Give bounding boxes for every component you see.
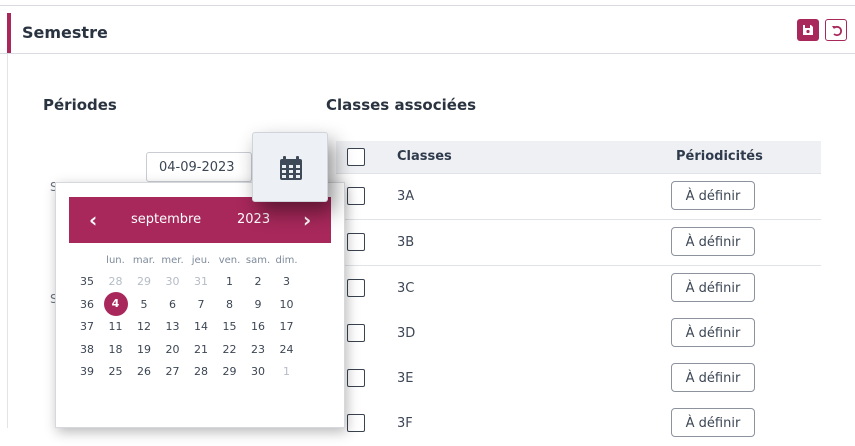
calendar-day[interactable]: 2 [246, 275, 270, 288]
calendar-day[interactable]: 28 [104, 275, 128, 288]
define-periodicity-button[interactable]: À définir [671, 227, 755, 256]
calendar-icon [280, 156, 302, 180]
undo-icon [832, 25, 843, 37]
class-name: 3A [397, 189, 415, 204]
calendar-day[interactable]: 15 [218, 320, 242, 333]
calendar-day[interactable]: 12 [132, 320, 156, 333]
calendar-day[interactable]: 10 [275, 298, 299, 311]
calendar-day[interactable]: 3 [275, 275, 299, 288]
calendar-day[interactable]: 30 [161, 275, 185, 288]
weekday-header: jeu. [191, 255, 211, 266]
table-header: Classes Périodicités [336, 141, 821, 174]
week-number: 36 [80, 297, 94, 311]
periods-heading: Périodes [43, 96, 117, 114]
weekday-header: dim. [275, 255, 298, 266]
date-value: 04-09-2023 [159, 160, 235, 175]
weekday-header: sam. [245, 255, 271, 266]
column-header-periodicities: Périodicités [676, 149, 763, 164]
week-number: 37 [80, 320, 94, 333]
calendar-day[interactable]: 16 [246, 320, 270, 333]
section-title: Semestre [22, 23, 108, 42]
top-divider [0, 5, 855, 6]
panel-left-edge [7, 54, 8, 428]
class-name: 3B [397, 235, 415, 250]
weekday-header: mer. [161, 255, 184, 266]
row-checkbox[interactable] [347, 414, 365, 432]
calendar-day[interactable]: 17 [275, 320, 299, 333]
calendar-day[interactable]: 6 [161, 298, 185, 311]
selected-day[interactable]: 4 [103, 291, 128, 316]
weekday-header: mar. [132, 255, 156, 266]
define-periodicity-button[interactable]: À définir [671, 408, 755, 437]
calendar-day[interactable]: 14 [189, 320, 213, 333]
year-selector[interactable]: 2023 [237, 212, 270, 227]
section-header: Semestre [0, 13, 855, 54]
calendar-day[interactable]: 19 [132, 343, 156, 356]
table-row: 3B À définir [336, 220, 821, 266]
select-all-checkbox[interactable] [347, 148, 365, 166]
class-name: 3D [397, 326, 416, 341]
datepicker-popup: ‹ septembre 2023 › lun. mar. mer. jeu. ven. s… [55, 182, 345, 428]
calendar-day[interactable]: 25 [104, 365, 128, 378]
save-icon [803, 25, 813, 35]
table-row: 3D À définir [336, 311, 821, 357]
calendar-day[interactable]: 18 [104, 343, 128, 356]
define-periodicity-button[interactable]: À définir [671, 318, 755, 347]
header-accent-bar [7, 13, 11, 53]
calendar-day[interactable]: 24 [275, 343, 299, 356]
row-checkbox[interactable] [347, 233, 365, 251]
calendar-day[interactable]: 31 [189, 275, 213, 288]
week-number: 35 [80, 275, 94, 288]
table-row: 3F À définir [336, 401, 821, 446]
row-checkbox[interactable] [347, 324, 365, 342]
class-name: 3C [397, 281, 415, 296]
row-checkbox[interactable] [347, 369, 365, 387]
weekday-header: ven. [218, 255, 241, 266]
previous-month-button[interactable]: ‹ [89, 208, 97, 232]
datepicker-header: ‹ septembre 2023 › [69, 197, 331, 243]
define-periodicity-button[interactable]: À définir [671, 181, 755, 210]
undo-button[interactable] [825, 19, 847, 41]
week-number: 39 [80, 365, 94, 378]
calendar-day[interactable]: 9 [246, 298, 270, 311]
calendar-day[interactable]: 29 [132, 275, 156, 288]
row-checkbox[interactable] [347, 187, 365, 205]
calendar-day[interactable]: 27 [161, 365, 185, 378]
weekday-header: lun. [106, 255, 125, 266]
month-selector[interactable]: septembre [131, 212, 201, 227]
calendar-day[interactable]: 22 [218, 343, 242, 356]
calendar-day[interactable]: 1 [218, 275, 242, 288]
calendar-day[interactable]: 29 [218, 365, 242, 378]
classes-heading: Classes associées [326, 96, 477, 114]
calendar-button[interactable] [252, 132, 328, 202]
calendar-day[interactable]: 5 [132, 298, 156, 311]
start-date-input[interactable]: 04-09-2023 [146, 152, 252, 182]
week-number: 38 [80, 342, 94, 356]
table-row: 3E À définir [336, 356, 821, 402]
define-periodicity-button[interactable]: À définir [671, 363, 755, 392]
next-month-button[interactable]: › [303, 208, 311, 232]
define-periodicity-button[interactable]: À définir [671, 273, 755, 302]
row-checkbox[interactable] [347, 279, 365, 297]
calendar-day[interactable]: 23 [246, 343, 270, 356]
calendar-day[interactable]: 11 [104, 320, 128, 333]
calendar-day[interactable]: 20 [161, 343, 185, 356]
calendar-day[interactable]: 7 [189, 298, 213, 311]
class-name: 3E [397, 371, 414, 386]
calendar-day[interactable]: 26 [132, 365, 156, 378]
calendar-day[interactable]: 1 [275, 365, 299, 378]
calendar-day[interactable]: 30 [246, 365, 270, 378]
calendar-day[interactable]: 8 [218, 298, 242, 311]
table-row: 3C À définir [336, 266, 821, 312]
calendar-day[interactable]: 13 [161, 320, 185, 333]
table-row: 3A À définir [336, 174, 821, 220]
class-name: 3F [397, 416, 413, 431]
calendar-day[interactable]: 28 [189, 365, 213, 378]
column-header-classes: Classes [397, 149, 452, 164]
calendar-day[interactable]: 21 [189, 343, 213, 356]
save-button[interactable] [797, 19, 819, 41]
